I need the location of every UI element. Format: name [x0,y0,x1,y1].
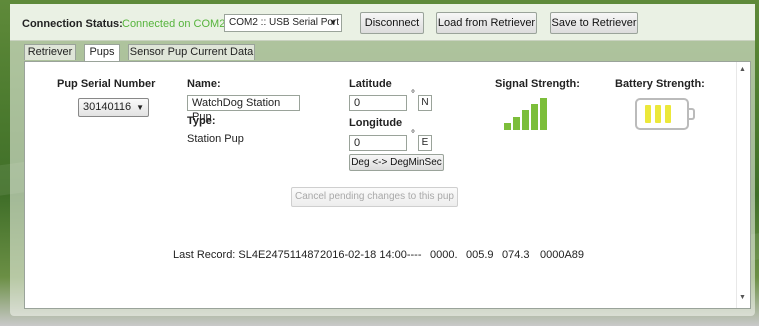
type-label: Type: [187,115,216,127]
vertical-scrollbar[interactable]: ▲ ▼ [736,62,750,308]
longitude-direction[interactable]: E [418,135,432,151]
port-select[interactable]: COM2 :: USB Serial Port ▼ [224,14,342,32]
deg-degminsec-toggle-button[interactable]: Deg <-> DegMinSec [349,154,444,171]
tab-pups[interactable]: Pups [84,44,120,62]
last-record-label: Last Record: SL4E247511487 [173,249,320,261]
name-label: Name: [187,78,221,90]
scroll-down-icon[interactable]: ▼ [739,294,746,301]
cancel-pending-changes-button[interactable]: Cancel pending changes to this pup [291,187,458,207]
latitude-label: Latitude [349,78,392,90]
battery-icon [635,98,689,130]
longitude-field[interactable]: 0 [349,135,407,151]
signal-bar [504,123,511,130]
app-window: Connection Status: Connected on COM2 COM… [10,4,755,316]
battery-cell [665,105,671,123]
longitude-label: Longitude [349,117,403,129]
tab-retriever[interactable]: Retriever [24,44,76,60]
degree-symbol: ° [411,89,415,100]
latitude-direction[interactable]: N [418,95,432,111]
last-record-value: 0000A89 [540,249,585,261]
last-record-value: 0000. [430,249,458,261]
last-record-value: 074.3 [502,249,530,261]
scroll-up-icon[interactable]: ▲ [739,66,746,73]
connection-bar: Connection Status: Connected on COM2 COM… [10,4,755,41]
name-field[interactable]: WatchDog Station Pup [187,95,300,123]
battery-cell [645,105,651,123]
battery-cell [655,105,661,123]
degree-symbol: ° [411,129,415,140]
chevron-down-icon: ▼ [136,103,144,112]
type-value: Station Pup [187,133,244,145]
battery-strength-label: Battery Strength: [615,78,705,90]
chevron-down-icon: ▼ [329,18,337,27]
latitude-field[interactable]: 0 [349,95,407,111]
disconnect-button[interactable]: Disconnect [360,12,424,34]
signal-bar [522,110,529,130]
tab-sensor-pup-current-data[interactable]: Sensor Pup Current Data [128,44,255,60]
save-to-retriever-button[interactable]: Save to Retriever [550,12,638,34]
battery-tip [689,108,695,120]
pup-serial-value: 30140116 [83,101,132,113]
load-from-retriever-button[interactable]: Load from Retriever [436,12,537,34]
signal-bar [540,98,547,130]
connection-status-label: Connection Status: [22,18,123,30]
connection-status-value: Connected on COM2 [122,18,226,30]
signal-bar [513,117,520,130]
signal-bar [531,104,538,130]
signal-strength-label: Signal Strength: [495,78,580,90]
last-record-value: 005.9 [466,249,494,261]
port-select-value: COM2 :: USB Serial Port [229,17,340,28]
pups-panel: Pup Serial Number 30140116 ▼ Name: Watch… [24,61,751,309]
last-record-timestamp: 2016-02-18 14:00---- [320,249,422,261]
pup-serial-label: Pup Serial Number [57,78,156,90]
pup-serial-select[interactable]: 30140116 ▼ [78,98,149,117]
